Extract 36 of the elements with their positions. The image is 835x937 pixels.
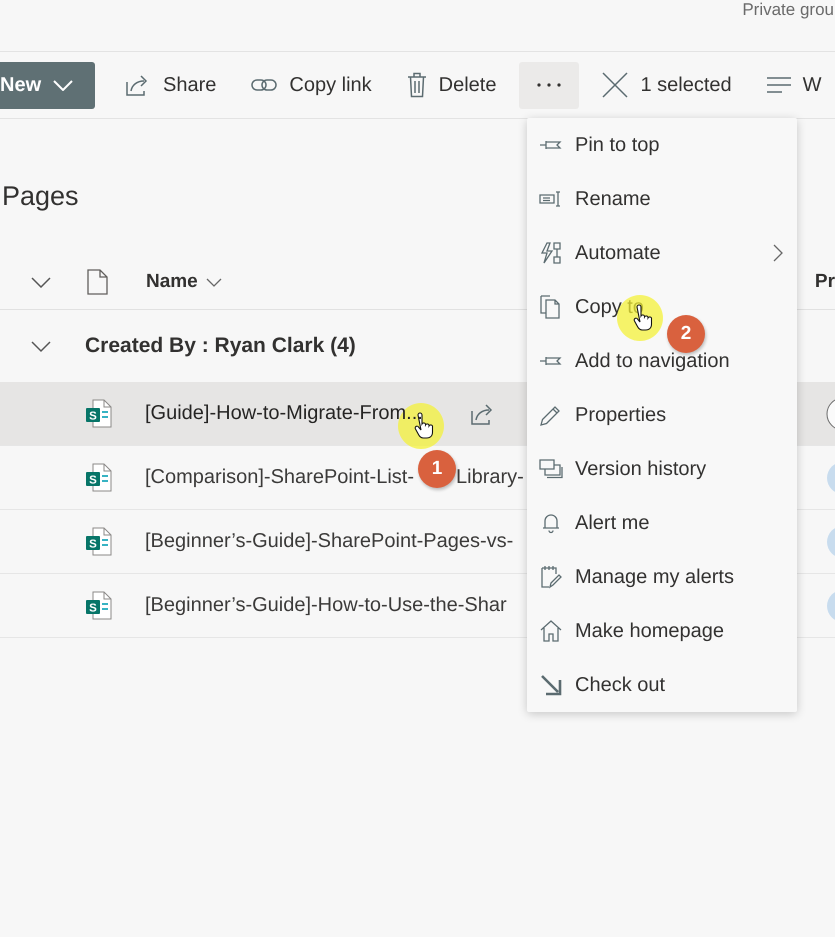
page-name[interactable]: [Comparison]-SharePoint-List- — [145, 466, 414, 489]
chevron-down-icon — [206, 278, 222, 286]
page-name[interactable]: [Beginner’s-Guide]-SharePoint-Pages-vs- — [145, 530, 514, 553]
link-command[interactable]: Copy link — [239, 62, 384, 108]
lightning-flow-icon — [539, 241, 563, 265]
more-dots-icon — [537, 83, 562, 87]
step-number: 1 — [418, 450, 456, 488]
menu-item[interactable]: Pin to top — [527, 118, 797, 172]
page-title: Pages — [2, 180, 79, 213]
arrow-down-right-icon — [539, 673, 563, 697]
column-header[interactable]: Name — [146, 271, 222, 293]
chevron-down-icon[interactable] — [31, 276, 51, 288]
close-icon — [602, 72, 628, 98]
view-command[interactable]: W — [754, 62, 834, 108]
lines-icon — [766, 77, 791, 93]
page-name[interactable]: Library- — [456, 466, 524, 489]
page-name[interactable]: [Beginner’s-Guide]-How-to-Use-the-Shar — [145, 594, 507, 617]
stacked-windows-icon — [539, 457, 563, 481]
delete-command[interactable]: Delete — [394, 62, 508, 108]
column-header[interactable]: Pr — [814, 271, 835, 293]
menu-item[interactable]: Automate — [527, 226, 797, 280]
avatar-icon — [826, 396, 835, 430]
menu-item[interactable]: Properties — [527, 388, 797, 442]
menu-item[interactable]: Rename — [527, 172, 797, 226]
group-header: Created By : Ryan Clark (4) — [85, 334, 356, 358]
clear-command[interactable]: 1 selected — [590, 62, 744, 108]
file-icon — [87, 269, 108, 295]
new-button[interactable]: New — [0, 62, 95, 108]
group-type-label: Private grou — [742, 0, 835, 20]
home-icon — [539, 619, 563, 643]
trash-icon — [406, 72, 427, 98]
notepad-pencil-icon — [539, 565, 563, 589]
chevron-down-icon — [53, 80, 74, 90]
menu-item[interactable]: Check out — [527, 658, 797, 712]
share-command[interactable]: Share — [113, 62, 228, 108]
link-icon — [251, 78, 278, 92]
